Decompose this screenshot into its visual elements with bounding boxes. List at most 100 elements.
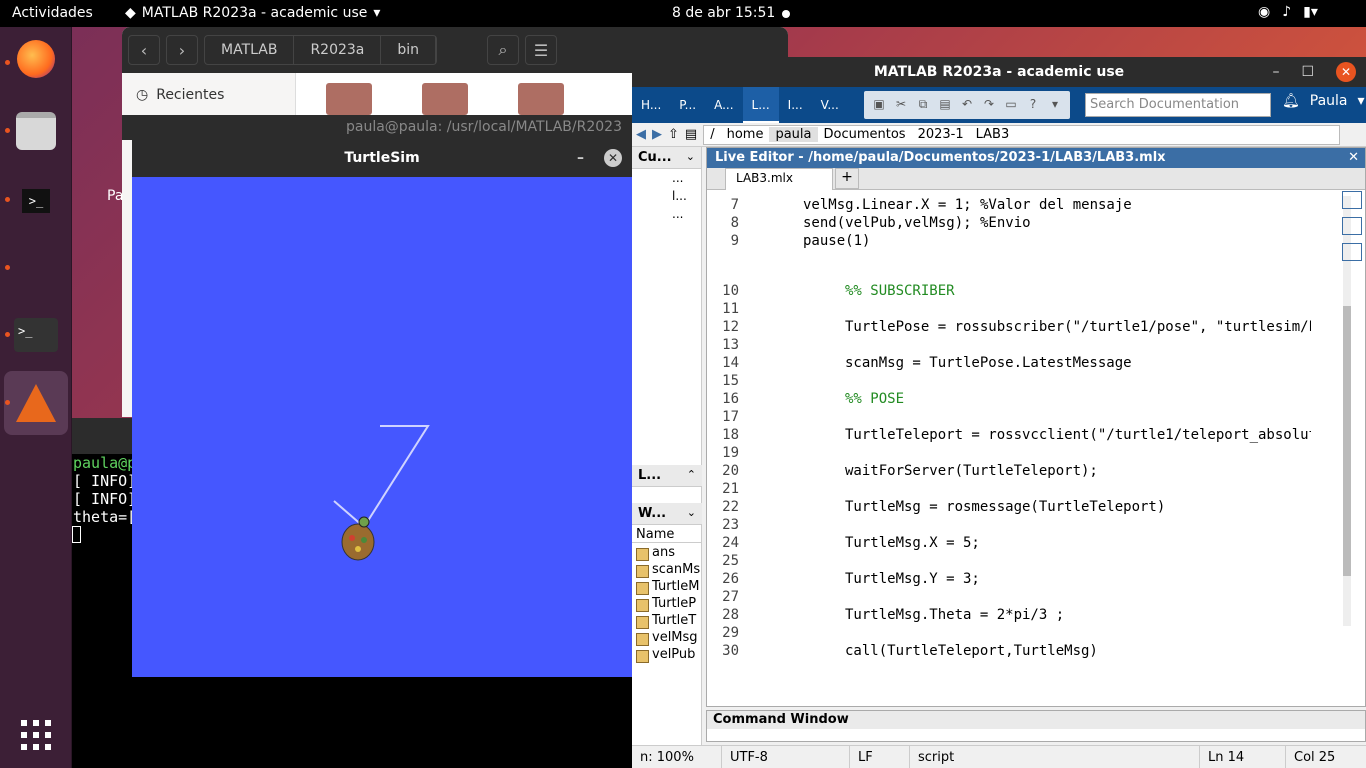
code-line[interactable]: 10 %% SUBSCRIBER [707, 282, 1311, 300]
tab-live-editor[interactable]: L... [742, 87, 779, 123]
list-item[interactable]: velPub [632, 647, 702, 664]
help-icon[interactable]: ? [1024, 94, 1042, 114]
terminal-icon[interactable]: >_ [14, 313, 58, 357]
path-segment[interactable]: 2023-1 [912, 127, 970, 142]
switch-windows-icon[interactable]: ▭ [1002, 94, 1020, 114]
code-line[interactable]: 23 [707, 516, 1311, 534]
list-item[interactable]: l... [672, 187, 701, 205]
maximize-icon[interactable]: ☐ [1301, 57, 1314, 87]
list-item[interactable]: scanMs [632, 562, 702, 579]
paste-icon[interactable]: ▤ [936, 94, 954, 114]
command-window[interactable]: Command Window [706, 710, 1366, 742]
code-line[interactable]: 22 TurtleMsg = rosmessage(TurtleTeleport) [707, 498, 1311, 516]
ros-terminal-icon[interactable]: >_ [14, 179, 58, 223]
copy-icon[interactable]: ⧉ [914, 94, 932, 114]
code-line[interactable]: 7 velMsg.Linear.X = 1; %Valor del mensaje [707, 196, 1311, 214]
output-inline-icon[interactable] [1342, 191, 1362, 209]
tab-apps[interactable]: A... [705, 87, 742, 123]
tab-insert[interactable]: I... [779, 87, 812, 123]
folder-icon[interactable] [422, 83, 468, 115]
code-line[interactable]: 27 [707, 588, 1311, 606]
folder-icon[interactable] [326, 83, 372, 115]
code-line[interactable]: 8 send(velPub,velMsg); %Envio [707, 214, 1311, 232]
code-area[interactable]: 7 velMsg.Linear.X = 1; %Valor del mensaje… [707, 190, 1311, 682]
path-segment[interactable]: MATLAB [205, 36, 295, 64]
list-item[interactable]: velMsg [632, 630, 702, 647]
list-item[interactable]: ans [632, 545, 702, 562]
code-line[interactable]: 13 [707, 336, 1311, 354]
folder-icon[interactable] [518, 83, 564, 115]
list-item[interactable]: TurtleM [632, 579, 702, 596]
minimize-icon[interactable]: – [577, 140, 584, 177]
back-icon[interactable]: ◀ [636, 127, 646, 142]
search-documentation-input[interactable]: Search Documentation [1085, 93, 1271, 117]
minimize-icon[interactable]: – [1272, 57, 1279, 87]
save-icon[interactable]: ▣ [870, 94, 888, 114]
path-segment[interactable]: R2023a [294, 36, 382, 64]
chevron-up-icon[interactable]: ⌃ [687, 468, 696, 481]
code-line[interactable]: 25 [707, 552, 1311, 570]
path-segment[interactable]: home [721, 127, 770, 142]
undo-icon[interactable]: ↶ [958, 94, 976, 114]
activities-button[interactable]: Actividades [12, 5, 93, 21]
code-line[interactable]: 14 scanMsg = TurtlePose.LatestMessage [707, 354, 1311, 372]
search-icon[interactable]: ⌕ [487, 35, 520, 65]
current-folder-path[interactable]: / home paula Documentos 2023-1 LAB3 [703, 124, 1340, 145]
code-line[interactable]: 17 [707, 408, 1311, 426]
code-line[interactable]: 11 [707, 300, 1311, 318]
new-tab-button[interactable]: + [835, 168, 859, 189]
code-line[interactable]: 24 TurtleMsg.X = 5; [707, 534, 1311, 552]
hide-code-icon[interactable] [1342, 243, 1362, 261]
redo-icon[interactable]: ↷ [980, 94, 998, 114]
chevron-down-icon[interactable]: ▾ [1046, 94, 1064, 114]
path-segment[interactable]: paula [769, 127, 818, 142]
cut-icon[interactable]: ✂ [892, 94, 910, 114]
code-line[interactable]: 29 [707, 624, 1311, 642]
list-item[interactable]: TurtleT [632, 613, 702, 630]
clock[interactable]: 8 de abr 15:51 [672, 5, 775, 21]
list-view-icon[interactable]: ☰ [525, 35, 558, 65]
sidebar-item-recent[interactable]: ◷ Recientes [136, 87, 224, 103]
live-header[interactable]: L... ⌃ [632, 465, 702, 487]
workspace-header[interactable]: W... ⌄ [632, 503, 702, 525]
files-icon[interactable] [14, 109, 58, 153]
system-tray[interactable]: ◉ ♪ ▮▾ [1258, 4, 1318, 20]
back-icon[interactable]: ‹ [128, 35, 160, 65]
forward-icon[interactable]: ▶ [652, 127, 662, 142]
code-line[interactable]: 26 TurtleMsg.Y = 3; [707, 570, 1311, 588]
workspace-column-name[interactable]: Name [632, 527, 702, 543]
code-line[interactable]: 30 call(TurtleTeleport,TurtleMsg) [707, 642, 1311, 660]
forward-icon[interactable]: › [166, 35, 198, 65]
scrollbar-thumb[interactable] [1343, 306, 1351, 576]
up-folder-icon[interactable]: ⇧ [668, 127, 679, 142]
matlab-dock-icon[interactable] [4, 371, 68, 435]
list-item[interactable]: ... [672, 205, 701, 223]
firefox-icon[interactable] [14, 37, 58, 81]
tab-plots[interactable]: P... [670, 87, 705, 123]
list-item[interactable]: ... [672, 169, 701, 187]
code-line[interactable]: 12 TurtlePose = rossubscriber("/turtle1/p… [707, 318, 1311, 336]
code-line[interactable]: 20 waitForServer(TurtleTeleport); [707, 462, 1311, 480]
output-right-icon[interactable] [1342, 217, 1362, 235]
list-item[interactable]: TurtleP [632, 596, 702, 613]
path-segment[interactable]: bin [381, 36, 437, 64]
tab-view[interactable]: V... [812, 87, 848, 123]
app-grid-icon[interactable] [14, 713, 58, 757]
path-segment[interactable]: LAB3 [970, 127, 1016, 142]
path-segment[interactable]: Documentos [818, 127, 912, 142]
code-line[interactable]: 15 [707, 372, 1311, 390]
current-folder-header[interactable]: Cu... ⌄ [632, 147, 701, 169]
path-segment[interactable]: / [704, 127, 720, 142]
close-icon[interactable]: ✕ [1348, 150, 1359, 165]
tab-lab3[interactable]: LAB3.mlx [725, 168, 833, 190]
code-line[interactable]: 21 [707, 480, 1311, 498]
chevron-down-icon[interactable]: ⌄ [687, 506, 696, 519]
browse-folder-icon[interactable]: ▤ [685, 127, 697, 142]
code-line[interactable]: 9 pause(1) [707, 232, 1311, 250]
code-line[interactable]: 28 TurtleMsg.Theta = 2*pi/3 ; [707, 606, 1311, 624]
code-line[interactable]: 18 TurtleTeleport = rossvcclient("/turtle… [707, 426, 1311, 444]
close-icon[interactable]: ✕ [604, 149, 622, 167]
tab-home[interactable]: H... [632, 87, 670, 123]
close-icon[interactable]: ✕ [1336, 62, 1356, 82]
code-line[interactable]: 16 %% POSE [707, 390, 1311, 408]
